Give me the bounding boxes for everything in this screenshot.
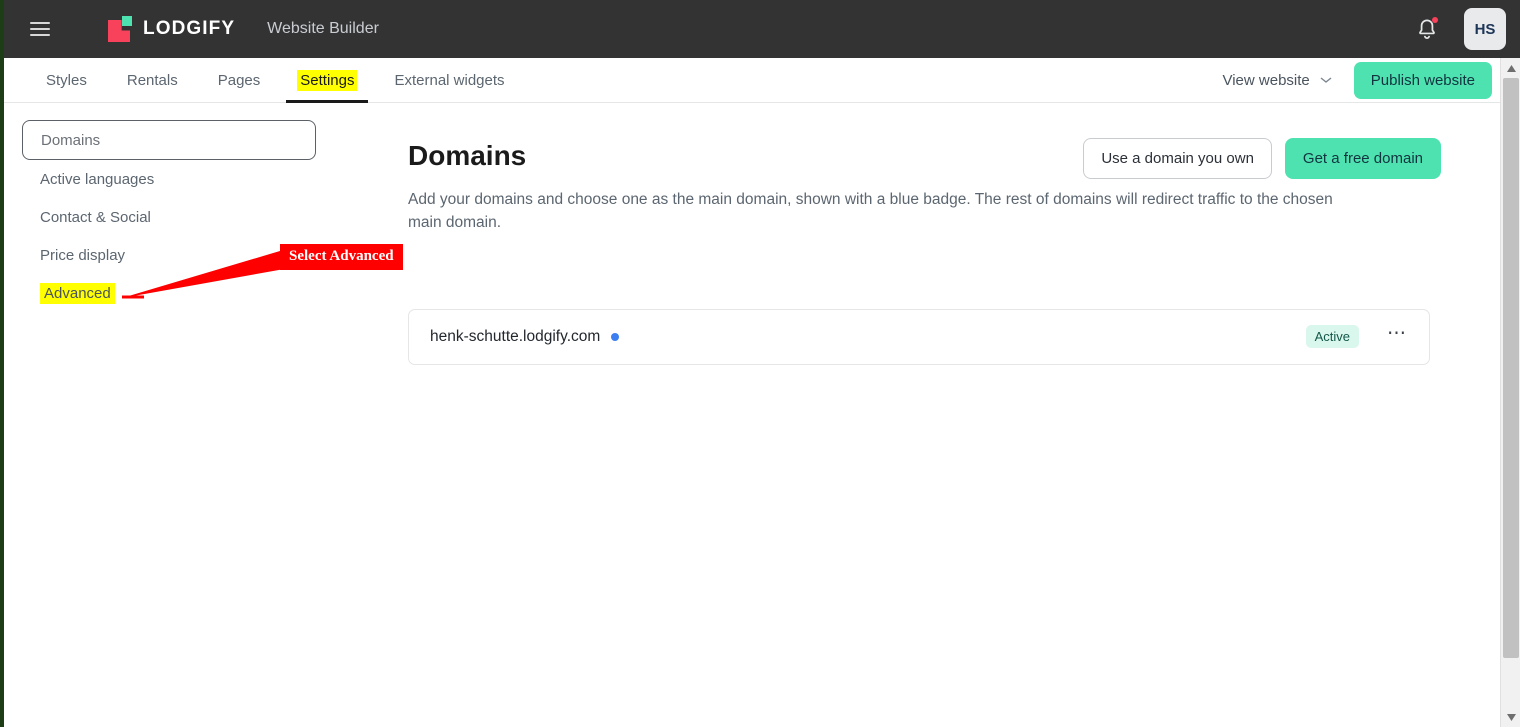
logo-teal-square — [122, 16, 132, 26]
sidebar-item-active-languages[interactable]: Active languages — [22, 160, 316, 198]
domains-panel: Domains Add your domains and choose one … — [408, 103, 1438, 365]
tab-label: Rentals — [124, 70, 181, 91]
domain-row[interactable]: henk-schutte.lodgify.com Active ⋯ — [408, 309, 1430, 365]
use-own-domain-button[interactable]: Use a domain you own — [1083, 138, 1272, 179]
domain-row-actions: Active ⋯ — [1306, 324, 1407, 349]
tab-label: Styles — [43, 70, 90, 91]
tabbar-actions: View website Publish website — [1222, 62, 1520, 99]
scroll-up-arrow-icon[interactable] — [1501, 58, 1520, 78]
scroll-down-glyph — [1507, 714, 1516, 721]
domains-header-actions: Use a domain you own Get a free domain — [1083, 138, 1441, 179]
tab-label: External widgets — [391, 70, 507, 91]
vertical-scrollbar[interactable] — [1500, 58, 1520, 727]
publish-website-button[interactable]: Publish website — [1354, 62, 1492, 99]
chevron-down-icon — [1320, 76, 1332, 84]
settings-sidebar: Domains Active languages Contact & Socia… — [4, 103, 334, 312]
tab-pages[interactable]: Pages — [198, 58, 281, 103]
sidebar-item-label: Active languages — [40, 171, 154, 188]
notification-badge-dot — [1432, 17, 1438, 23]
hamburger-menu-icon[interactable] — [30, 22, 50, 36]
tab-label: Pages — [215, 70, 264, 91]
user-avatar[interactable]: HS — [1464, 8, 1506, 50]
sidebar-item-label: Domains — [41, 132, 100, 149]
sidebar-item-price-display[interactable]: Price display — [22, 236, 316, 274]
main-domain-badge-dot — [611, 333, 619, 341]
tab-settings[interactable]: Settings — [280, 58, 374, 103]
domain-name-label: henk-schutte.lodgify.com — [430, 328, 600, 346]
sidebar-item-advanced[interactable]: Advanced — [22, 274, 316, 312]
sidebar-item-domains[interactable]: Domains — [22, 120, 316, 160]
top-navigation-bar: LODGIFY Website Builder HS — [4, 0, 1520, 58]
section-tab-bar: Styles Rentals Pages Settings External w… — [4, 58, 1520, 103]
tab-label: Settings — [297, 70, 357, 91]
logo-wordmark: LODGIFY — [143, 18, 235, 40]
tab-rentals[interactable]: Rentals — [107, 58, 198, 103]
tab-styles[interactable]: Styles — [26, 58, 107, 103]
app-window: LODGIFY Website Builder HS Styles Rental… — [0, 0, 1520, 727]
sidebar-item-label: Price display — [40, 247, 125, 264]
status-badge: Active — [1306, 325, 1359, 348]
scroll-thumb[interactable] — [1503, 78, 1519, 658]
get-free-domain-button[interactable]: Get a free domain — [1285, 138, 1441, 179]
annotation-label: Select Advanced — [280, 244, 403, 270]
sidebar-item-label: Advanced — [40, 283, 115, 304]
sidebar-item-label: Contact & Social — [40, 209, 151, 226]
topbar-right-actions: HS — [1414, 8, 1520, 50]
brand-logo[interactable]: LODGIFY — [108, 16, 235, 42]
scroll-down-arrow-icon[interactable] — [1501, 707, 1520, 727]
tab-list: Styles Rentals Pages Settings External w… — [26, 58, 525, 103]
ellipsis-icon[interactable]: ⋯ — [1387, 324, 1407, 349]
sidebar-item-contact-social[interactable]: Contact & Social — [22, 198, 316, 236]
lodgify-logo-icon — [108, 16, 134, 42]
notifications-button[interactable] — [1414, 16, 1440, 42]
scroll-up-glyph — [1507, 65, 1516, 72]
tab-external-widgets[interactable]: External widgets — [374, 58, 524, 103]
view-website-label: View website — [1222, 72, 1309, 89]
page-description: Add your domains and choose one as the m… — [408, 188, 1363, 235]
view-website-button[interactable]: View website — [1222, 72, 1331, 89]
app-name-label: Website Builder — [267, 20, 379, 38]
